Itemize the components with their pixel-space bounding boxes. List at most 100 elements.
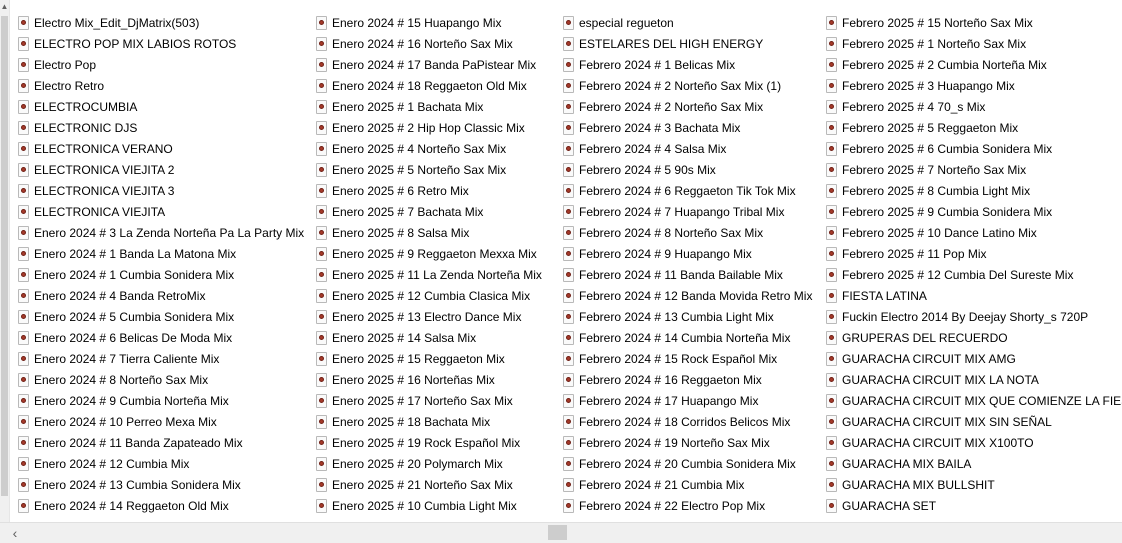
- file-item[interactable]: Enero 2024 # 1 Cumbia Sonidera Mix: [18, 264, 234, 285]
- file-item[interactable]: Febrero 2024 # 15 Rock Español Mix: [563, 348, 777, 369]
- file-item[interactable]: Febrero 2025 # 9 Cumbia Sonidera Mix: [826, 201, 1052, 222]
- file-item[interactable]: GUARACHA SET: [826, 495, 936, 516]
- file-item[interactable]: Enero 2025 # 5 Norteño Sax Mix: [316, 159, 506, 180]
- file-item[interactable]: Electro Pop: [18, 54, 96, 75]
- file-item[interactable]: Enero 2025 # 4 Norteño Sax Mix: [316, 138, 506, 159]
- file-item[interactable]: Enero 2025 # 8 Salsa Mix: [316, 222, 469, 243]
- file-item[interactable]: Enero 2024 # 12 Cumbia Mix: [18, 453, 189, 474]
- file-item[interactable]: Enero 2025 # 21 Norteño Sax Mix: [316, 474, 513, 495]
- file-item[interactable]: ELECTROCUMBIA: [18, 96, 137, 117]
- horizontal-scrollbar-thumb[interactable]: [548, 525, 567, 540]
- file-item[interactable]: Febrero 2024 # 9 Huapango Mix: [563, 243, 752, 264]
- file-item[interactable]: GUARACHA CIRCUIT MIX SIN SEÑAL: [826, 411, 1052, 432]
- file-item[interactable]: Enero 2024 # 3 La Zenda Norteña Pa La Pa…: [18, 222, 304, 243]
- file-item[interactable]: Febrero 2024 # 2 Norteño Sax Mix (1): [563, 75, 781, 96]
- file-item[interactable]: Enero 2025 # 14 Salsa Mix: [316, 327, 476, 348]
- file-item[interactable]: Febrero 2025 # 2 Cumbia Norteña Mix: [826, 54, 1047, 75]
- file-item[interactable]: GUARACHA CIRCUIT MIX AMG: [826, 348, 1016, 369]
- file-item[interactable]: Enero 2025 # 6 Retro Mix: [316, 180, 469, 201]
- file-item[interactable]: Enero 2024 # 16 Norteño Sax Mix: [316, 33, 513, 54]
- file-item[interactable]: Enero 2025 # 9 Reggaeton Mexxa Mix: [316, 243, 537, 264]
- file-item[interactable]: Febrero 2024 # 18 Corridos Belicos Mix: [563, 411, 790, 432]
- file-item[interactable]: GUARACHA MIX BAILA: [826, 453, 971, 474]
- file-item[interactable]: Febrero 2024 # 4 Salsa Mix: [563, 138, 726, 159]
- file-item[interactable]: GUARACHA CIRCUIT MIX QUE COMIENZE LA FIE…: [826, 390, 1122, 411]
- file-item[interactable]: Febrero 2025 # 3 Huapango Mix: [826, 75, 1015, 96]
- file-item[interactable]: Febrero 2025 # 5 Reggaeton Mix: [826, 117, 1018, 138]
- file-item[interactable]: Enero 2025 # 7 Bachata Mix: [316, 201, 483, 222]
- file-item[interactable]: Enero 2024 # 4 Banda RetroMix: [18, 285, 205, 306]
- file-item[interactable]: GRUPERAS DEL RECUERDO: [826, 327, 1008, 348]
- file-item[interactable]: ELECTRONICA VIEJITA 3: [18, 180, 174, 201]
- file-item[interactable]: Febrero 2025 # 10 Dance Latino Mix: [826, 222, 1037, 243]
- file-item[interactable]: Febrero 2024 # 21 Cumbia Mix: [563, 474, 744, 495]
- file-item[interactable]: Enero 2025 # 13 Electro Dance Mix: [316, 306, 521, 327]
- file-item[interactable]: Febrero 2024 # 12 Banda Movida Retro Mix: [563, 285, 812, 306]
- file-item[interactable]: Febrero 2025 # 7 Norteño Sax Mix: [826, 159, 1026, 180]
- file-item[interactable]: ELECTRONICA VIEJITA: [18, 201, 165, 222]
- file-item[interactable]: Enero 2024 # 17 Banda PaPistear Mix: [316, 54, 536, 75]
- file-item[interactable]: Febrero 2024 # 2 Norteño Sax Mix: [563, 96, 763, 117]
- file-item[interactable]: Febrero 2024 # 5 90s Mix: [563, 159, 716, 180]
- file-item[interactable]: Febrero 2024 # 22 Electro Pop Mix: [563, 495, 765, 516]
- file-item[interactable]: ESTELARES DEL HIGH ENERGY: [563, 33, 763, 54]
- file-item[interactable]: Enero 2024 # 14 Reggaeton Old Mix: [18, 495, 229, 516]
- file-item[interactable]: Febrero 2025 # 1 Norteño Sax Mix: [826, 33, 1026, 54]
- file-item[interactable]: Enero 2025 # 2 Hip Hop Classic Mix: [316, 117, 525, 138]
- file-item[interactable]: Enero 2024 # 15 Huapango Mix: [316, 12, 501, 33]
- file-item[interactable]: Enero 2025 # 10 Cumbia Light Mix: [316, 495, 517, 516]
- file-item[interactable]: GUARACHA MIX BULLSHIT: [826, 474, 995, 495]
- file-item[interactable]: Enero 2025 # 20 Polymarch Mix: [316, 453, 503, 474]
- file-item[interactable]: Febrero 2024 # 3 Bachata Mix: [563, 117, 740, 138]
- file-item[interactable]: Febrero 2025 # 15 Norteño Sax Mix: [826, 12, 1033, 33]
- file-item[interactable]: Febrero 2024 # 17 Huapango Mix: [563, 390, 758, 411]
- file-item[interactable]: ELECTRONICA VERANO: [18, 138, 173, 159]
- file-item[interactable]: Febrero 2024 # 19 Norteño Sax Mix: [563, 432, 770, 453]
- file-item[interactable]: Febrero 2025 # 11 Pop Mix: [826, 243, 987, 264]
- file-item[interactable]: Enero 2025 # 15 Reggaeton Mix: [316, 348, 505, 369]
- file-item[interactable]: Enero 2025 # 18 Bachata Mix: [316, 411, 490, 432]
- file-item[interactable]: Enero 2024 # 7 Tierra Caliente Mix: [18, 348, 219, 369]
- horizontal-scrollbar[interactable]: ‹: [0, 522, 1122, 543]
- file-item[interactable]: Febrero 2024 # 8 Norteño Sax Mix: [563, 222, 763, 243]
- file-item[interactable]: Enero 2024 # 11 Banda Zapateado Mix: [18, 432, 243, 453]
- file-item[interactable]: Febrero 2025 # 8 Cumbia Light Mix: [826, 180, 1030, 201]
- file-item[interactable]: ELECTRONICA VIEJITA 2: [18, 159, 174, 180]
- file-item[interactable]: Febrero 2024 # 6 Reggaeton Tik Tok Mix: [563, 180, 796, 201]
- file-item[interactable]: Febrero 2024 # 14 Cumbia Norteña Mix: [563, 327, 790, 348]
- file-item[interactable]: Febrero 2025 # 6 Cumbia Sonidera Mix: [826, 138, 1052, 159]
- file-item[interactable]: Enero 2025 # 16 Norteñas Mix: [316, 369, 495, 390]
- file-item[interactable]: Febrero 2025 # 12 Cumbia Del Sureste Mix: [826, 264, 1073, 285]
- file-item[interactable]: GUARACHA CIRCUIT MIX LA NOTA: [826, 369, 1039, 390]
- file-item[interactable]: Febrero 2024 # 7 Huapango Tribal Mix: [563, 201, 784, 222]
- file-item[interactable]: Enero 2025 # 11 La Zenda Norteña Mix: [316, 264, 542, 285]
- file-item[interactable]: ELECTRONIC DJS: [18, 117, 137, 138]
- file-item[interactable]: Febrero 2024 # 20 Cumbia Sonidera Mix: [563, 453, 796, 474]
- file-item[interactable]: Enero 2024 # 18 Reggaeton Old Mix: [316, 75, 527, 96]
- file-item[interactable]: Febrero 2024 # 1 Belicas Mix: [563, 54, 735, 75]
- file-item[interactable]: Fuckin Electro 2014 By Deejay Shorty_s 7…: [826, 306, 1088, 327]
- file-item[interactable]: Febrero 2024 # 11 Banda Bailable Mix: [563, 264, 783, 285]
- file-item[interactable]: FIESTA LATINA: [826, 285, 927, 306]
- file-item[interactable]: especial regueton: [563, 12, 674, 33]
- file-item[interactable]: Enero 2024 # 10 Perreo Mexa Mix: [18, 411, 217, 432]
- media-file-icon: [563, 288, 574, 303]
- file-item[interactable]: Enero 2025 # 1 Bachata Mix: [316, 96, 483, 117]
- file-item[interactable]: Enero 2024 # 1 Banda La Matona Mix: [18, 243, 236, 264]
- file-item[interactable]: Febrero 2024 # 16 Reggaeton Mix: [563, 369, 762, 390]
- chevron-left-icon[interactable]: ‹: [8, 523, 22, 543]
- file-item[interactable]: ELECTRO POP MIX LABIOS ROTOS: [18, 33, 236, 54]
- file-item[interactable]: Enero 2025 # 17 Norteño Sax Mix: [316, 390, 513, 411]
- file-item[interactable]: Enero 2025 # 12 Cumbia Clasica Mix: [316, 285, 530, 306]
- file-item[interactable]: Enero 2024 # 8 Norteño Sax Mix: [18, 369, 208, 390]
- file-item[interactable]: Febrero 2024 # 13 Cumbia Light Mix: [563, 306, 774, 327]
- file-item[interactable]: GUARACHA CIRCUIT MIX X100TO: [826, 432, 1034, 453]
- file-item[interactable]: Enero 2024 # 13 Cumbia Sonidera Mix: [18, 474, 241, 495]
- file-item[interactable]: Electro Retro: [18, 75, 104, 96]
- file-item[interactable]: Enero 2024 # 9 Cumbia Norteña Mix: [18, 390, 229, 411]
- file-item[interactable]: Enero 2024 # 5 Cumbia Sonidera Mix: [18, 306, 234, 327]
- file-item[interactable]: Electro Mix_Edit_DjMatrix(503): [18, 12, 199, 33]
- file-item[interactable]: Enero 2024 # 6 Belicas De Moda Mix: [18, 327, 232, 348]
- file-item[interactable]: Enero 2025 # 19 Rock Español Mix: [316, 432, 520, 453]
- file-item[interactable]: Febrero 2025 # 4 70_s Mix: [826, 96, 985, 117]
